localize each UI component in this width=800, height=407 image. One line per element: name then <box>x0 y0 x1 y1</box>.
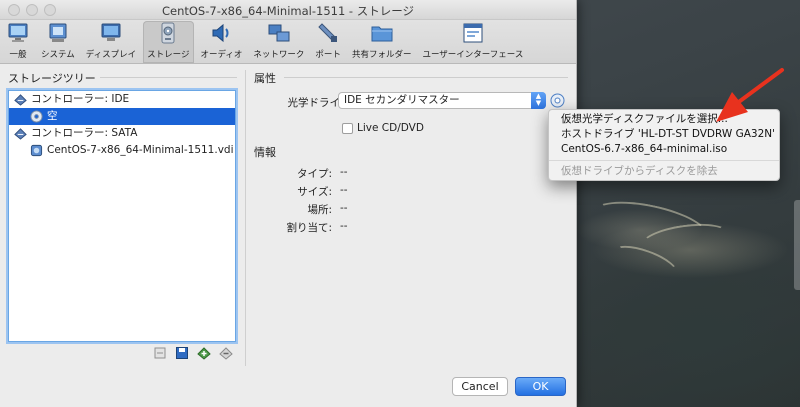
choose-disk-icon[interactable] <box>550 93 565 108</box>
tree-action-buttons <box>152 346 234 360</box>
ok-button[interactable]: OK <box>515 377 566 396</box>
tab-user-interface-label: ユーザーインターフェース <box>422 50 524 60</box>
optical-drive-value: IDE セカンダリマスター <box>344 94 460 106</box>
network-icon <box>268 24 290 42</box>
title-bar: CentOS-7-x86_64-Minimal-1511 - ストレージ <box>0 0 576 20</box>
add-attachment-button[interactable] <box>196 346 212 360</box>
port-icon <box>318 23 338 42</box>
tab-audio[interactable]: オーディオ <box>197 21 247 63</box>
tree-item-ide-controller[interactable]: コントローラー: IDE <box>9 91 235 108</box>
tab-user-interface[interactable]: ユーザーインターフェース <box>418 21 527 63</box>
annotation-arrow-icon <box>716 68 784 122</box>
menu-item-remove-disk[interactable]: 仮想ドライブからディスクを除去 <box>549 164 779 179</box>
speaker-icon <box>212 23 229 43</box>
remove-controller-button[interactable] <box>152 346 168 360</box>
settings-toolbar: 一般 システム ディスプレイ ストレージ オーディオ ネットワーク ポート 共有… <box>0 20 576 64</box>
storage-tree-pane: ストレージツリー コントローラー: IDE 空 コントローラー: SATA Ce… <box>0 66 245 366</box>
tree-item-label: コントローラー: SATA <box>31 127 138 139</box>
tab-audio-label: オーディオ <box>200 50 243 60</box>
sata-controller-icon <box>13 127 27 141</box>
settings-window: CentOS-7-x86_64-Minimal-1511 - ストレージ 一般 … <box>0 0 577 407</box>
tree-item-label: CentOS-7-x86_64-Minimal-1511.vdi <box>47 144 234 156</box>
tab-network[interactable]: ネットワーク <box>249 21 308 63</box>
storage-icon <box>161 22 175 44</box>
menu-item-host-drive[interactable]: ホストドライブ 'HL-DT-ST DVDRW GA32N' <box>549 127 779 142</box>
info-title: 情報 <box>254 146 276 159</box>
remove-disk-icon <box>219 347 233 360</box>
tab-ports[interactable]: ポート <box>311 21 345 63</box>
info-key: タイプ: <box>296 168 332 180</box>
tree-item-vdi-disk[interactable]: CentOS-7-x86_64-Minimal-1511.vdi <box>9 142 235 159</box>
monitor-icon <box>8 23 28 42</box>
tab-display-label: ディスプレイ <box>85 50 137 60</box>
attributes-title: 属性 <box>246 66 576 85</box>
menu-separator <box>549 160 779 161</box>
ui-icon <box>463 23 483 43</box>
tree-item-empty-drive[interactable]: 空 <box>9 108 235 125</box>
storage-tree-title: ストレージツリー <box>0 66 245 85</box>
live-cd-checkbox[interactable]: Live CD/DVD <box>342 122 424 134</box>
info-value: -- <box>340 184 348 196</box>
tab-shared-folders-label: 共有フォルダー <box>351 50 412 60</box>
tab-general-label: 一般 <box>9 50 27 60</box>
add-disk-icon <box>197 347 211 360</box>
chip-icon <box>49 23 67 42</box>
info-key: サイズ: <box>297 186 332 198</box>
tab-storage-label: ストレージ <box>147 50 190 60</box>
window-title: CentOS-7-x86_64-Minimal-1511 - ストレージ <box>161 4 415 18</box>
remove-attachment-button[interactable] <box>218 346 234 360</box>
info-key: 場所: <box>307 204 332 216</box>
attributes-pane: 属性 光学ドライブ: IDE セカンダリマスター ▲ ▼ Live CD/DVD … <box>246 66 576 366</box>
info-value: -- <box>340 220 348 232</box>
menu-item-centos-iso[interactable]: CentOS-6.7-x86_64-minimal.iso <box>549 142 779 157</box>
hard-disk-icon <box>29 144 43 158</box>
optical-drive-select[interactable]: IDE セカンダリマスター ▲ ▼ <box>338 92 546 109</box>
folder-icon <box>371 26 393 42</box>
checkbox-box <box>342 122 353 134</box>
storage-tree[interactable]: コントローラー: IDE 空 コントローラー: SATA CentOS-7-x8… <box>8 90 236 342</box>
live-cd-label: Live CD/DVD <box>357 122 424 134</box>
add-hard-disk-button[interactable] <box>174 346 190 360</box>
info-value: -- <box>340 202 348 214</box>
display-icon <box>101 23 121 41</box>
ide-controller-icon <box>13 93 27 107</box>
tab-general[interactable]: 一般 <box>2 21 34 63</box>
tree-item-sata-controller[interactable]: コントローラー: SATA <box>9 125 235 142</box>
cancel-button[interactable]: Cancel <box>452 377 508 396</box>
tab-network-label: ネットワーク <box>253 50 305 60</box>
floppy-icon <box>176 347 188 359</box>
tab-ports-label: ポート <box>315 50 341 60</box>
tree-item-label: 空 <box>47 110 58 122</box>
optical-disc-icon <box>29 110 43 124</box>
select-stepper-icon: ▲ ▼ <box>531 92 546 109</box>
info-value: -- <box>340 166 348 178</box>
tab-system[interactable]: システム <box>37 21 79 63</box>
info-key: 割り当て: <box>286 222 332 234</box>
remove-controller-icon <box>154 347 166 359</box>
tab-display[interactable]: ディスプレイ <box>82 21 140 63</box>
tree-item-label: コントローラー: IDE <box>31 93 130 105</box>
tab-storage[interactable]: ストレージ <box>143 21 194 63</box>
tab-system-label: システム <box>41 50 75 60</box>
tab-shared-folders[interactable]: 共有フォルダー <box>348 21 416 63</box>
